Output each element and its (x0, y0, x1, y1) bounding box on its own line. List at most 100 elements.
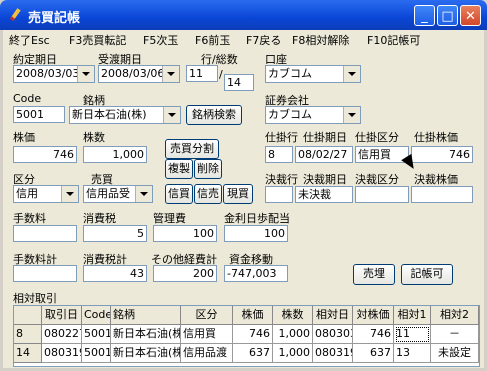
broker-combo[interactable]: カブコム (265, 106, 361, 124)
fee-total-field[interactable] (13, 265, 77, 282)
grid-header-rel2[interactable]: 相対2 (431, 306, 479, 325)
table-cell[interactable]: 080319 (313, 344, 353, 363)
settle-price-field[interactable] (411, 186, 473, 203)
copy-button[interactable]: 複製 (165, 159, 193, 179)
baibai-combo[interactable]: 信用品受 (83, 185, 153, 203)
grid-header-rel1[interactable]: 相対1 (394, 306, 431, 325)
relative-trades-grid: 取引日 Code 銘柄 区分 株価 株数 相対日 対株価 相対1 相対2 8 0… (13, 305, 480, 367)
grid-title: 相対取引 (13, 292, 57, 305)
table-row-header[interactable]: 14 (14, 344, 42, 363)
menu-exit[interactable]: 終了Esc (9, 32, 50, 48)
split-button[interactable]: 売買分割 (165, 139, 219, 159)
table-cell[interactable]: 080303 (313, 325, 353, 344)
menu-clear-relative[interactable]: F8相対解除 (292, 32, 349, 48)
grid-header-date[interactable]: 取引日 (42, 306, 82, 325)
open-date-field[interactable]: 08/02/27 (295, 146, 353, 163)
other-total-field[interactable]: 200 (153, 265, 217, 282)
chevron-down-icon[interactable] (77, 66, 94, 82)
menu-transfer[interactable]: F3売買転記 (69, 32, 126, 48)
table-cell[interactable]: 1,000 (273, 325, 313, 344)
close-button[interactable]: ✕ (460, 5, 481, 26)
delete-button[interactable]: 削除 (194, 159, 222, 179)
code-field[interactable]: 5001 (13, 106, 65, 123)
chevron-down-icon[interactable] (343, 107, 360, 123)
table-cell[interactable]: 5001 (82, 325, 111, 344)
shinbai-button[interactable]: 信買 (165, 184, 193, 204)
chevron-down-icon[interactable] (162, 66, 179, 82)
mgmt-field[interactable]: 100 (153, 225, 217, 242)
menu-bar: 終了Esc F3売買転記 F5次玉 F6前玉 F7戻る F8相対解除 F10記帳… (3, 30, 484, 48)
grid-header-rel-date[interactable]: 相対日 (313, 306, 353, 325)
delivery-date-combo[interactable]: 2008/03/06 (98, 65, 180, 83)
grid-header-price[interactable]: 株価 (233, 306, 273, 325)
grid-header-brand[interactable]: 銘柄 (111, 306, 181, 325)
price-field[interactable]: 746 (13, 146, 77, 163)
interest-field[interactable]: 100 (224, 225, 288, 242)
shinbai2-button[interactable]: 信売 (194, 184, 222, 204)
grid-header-shares[interactable]: 株数 (273, 306, 313, 325)
interest-label: 金利日歩配当 (224, 212, 290, 225)
fee-field[interactable] (13, 225, 77, 242)
menu-back[interactable]: F7戻る (246, 32, 281, 48)
maximize-button[interactable]: □ (437, 5, 458, 26)
menu-next[interactable]: F5次玉 (143, 32, 178, 48)
kubun-combo[interactable]: 信用 (13, 185, 79, 203)
table-cell[interactable]: 746 (233, 325, 273, 344)
table-cell[interactable]: 未設定 (431, 344, 479, 363)
table-cell[interactable]: 746 (353, 325, 394, 344)
chevron-down-icon[interactable] (343, 66, 360, 82)
minimize-button[interactable]: _ (414, 5, 435, 26)
table-cell[interactable]: 637 (353, 344, 394, 363)
table-cell[interactable]: 080227 (42, 325, 82, 344)
account-combo[interactable]: カブコム (265, 65, 361, 83)
sell-button[interactable]: 売埋 (353, 264, 395, 285)
grid-header-rownum (14, 306, 42, 325)
settle-date2-field[interactable]: 未決裁 (295, 186, 353, 203)
delivery-date-value: 2008/03/06 (101, 67, 165, 80)
settle-row-field[interactable] (265, 186, 293, 203)
client-area: 約定期日 2008/03/03 受渡期日 2008/03/06 行/総数 11 … (3, 48, 484, 368)
cash-move-field[interactable]: -747,003 (224, 265, 288, 282)
table-cell[interactable]: 13 (394, 344, 431, 363)
grid-header-code[interactable]: Code (82, 306, 111, 325)
grid-header-kubun[interactable]: 区分 (181, 306, 233, 325)
table-cell[interactable]: 新日本石油(株) (111, 325, 181, 344)
table-cell[interactable]: 信用品渡 (181, 344, 233, 363)
menu-prev[interactable]: F6前玉 (195, 32, 230, 48)
open-row-field[interactable]: 8 (265, 146, 293, 163)
table-cell[interactable]: 637 (233, 344, 273, 363)
genbai-button[interactable]: 現買 (223, 184, 253, 204)
chevron-down-icon[interactable] (61, 186, 78, 202)
brand-search-button[interactable]: 銘柄検索 (186, 105, 242, 125)
baibai-value: 信用品受 (86, 187, 130, 200)
tax-label: 消費税 (83, 212, 116, 225)
table-cell[interactable]: 信用買 (181, 325, 233, 344)
settle-row-label: 決裁行 (265, 173, 298, 186)
table-cell[interactable]: 5001 (82, 344, 111, 363)
settle-kubun-field[interactable] (355, 186, 409, 203)
menu-record[interactable]: F10記帳可 (367, 32, 420, 48)
row-field[interactable]: 11 (186, 65, 218, 82)
table-cell[interactable]: － (431, 325, 479, 344)
table-cell[interactable]: 新日本石油(株) (111, 344, 181, 363)
table-cell-focused[interactable]: 11 (394, 325, 431, 344)
settle-date-value: 2008/03/03 (16, 67, 80, 80)
chevron-down-icon[interactable] (163, 107, 180, 123)
table-row-header[interactable]: 8 (14, 325, 42, 344)
record-button[interactable]: 記帳可 (401, 264, 453, 285)
total-field[interactable]: 14 (224, 74, 254, 91)
table-cell[interactable]: 1,000 (273, 344, 313, 363)
chevron-down-icon[interactable] (135, 186, 152, 202)
open-price-label: 仕掛株価 (414, 131, 458, 144)
tax-field[interactable]: 5 (83, 225, 147, 242)
open-price-field[interactable]: 746 (411, 146, 473, 163)
grid-header-rel-price[interactable]: 対株価 (353, 306, 394, 325)
title-bar: 売買記帳 _ □ ✕ (0, 0, 487, 30)
shares-field[interactable]: 1,000 (83, 146, 147, 163)
tax-total-field[interactable]: 43 (83, 265, 147, 282)
brand-combo[interactable]: 新日本石油(株) (69, 106, 181, 124)
settle-date-combo[interactable]: 2008/03/03 (13, 65, 95, 83)
minimize-icon: _ (421, 9, 428, 24)
window-title: 売買記帳 (28, 11, 81, 26)
table-cell[interactable]: 080319 (42, 344, 82, 363)
